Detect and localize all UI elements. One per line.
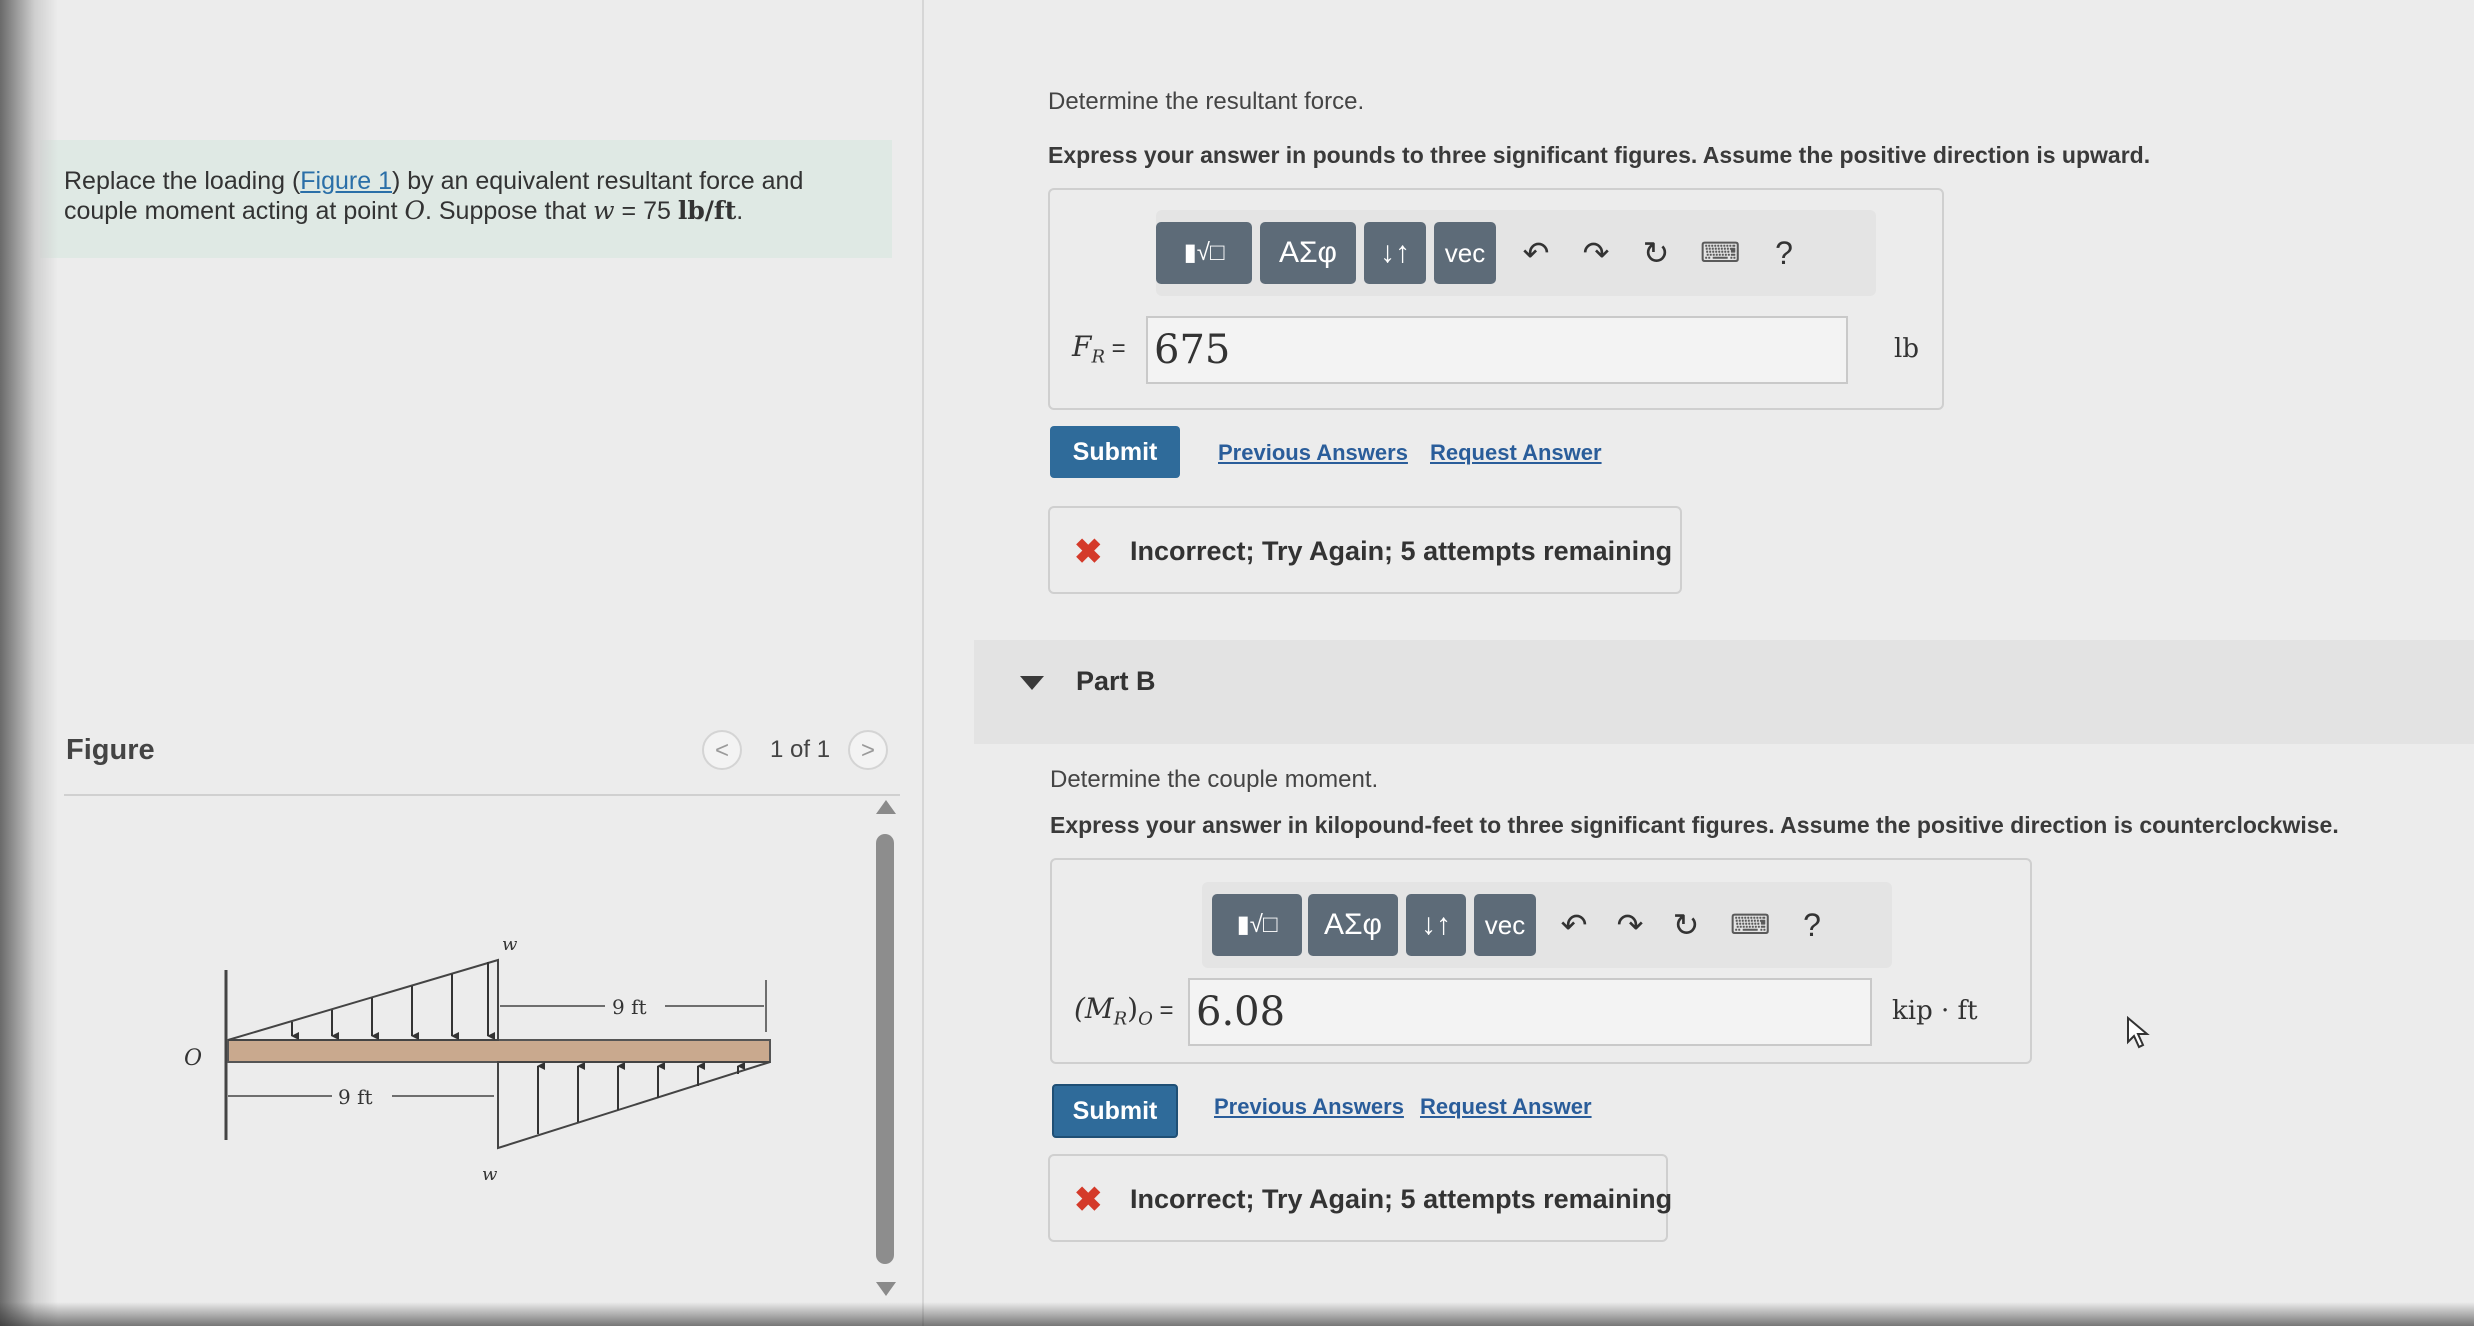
template-icon: ▮√□ [1183,239,1225,266]
prev-figure-button[interactable]: < [702,730,742,770]
part-b-header[interactable]: Part B [974,640,2474,744]
problem-text: ) by an equivalent resultant force and [392,167,804,195]
upper-load-triangle [227,958,499,1041]
part-a-submit-button[interactable]: Submit [1050,426,1180,478]
redo-icon[interactable]: ↷ [1610,900,1650,950]
point-symbol: O [404,196,425,225]
answer-panel: Determine the resultant force. Express y… [924,0,2474,1326]
figure-pager: 1 of 1 [770,736,831,763]
upper-load-arrows [291,962,495,1040]
part-a-feedback: ✖ Incorrect; Try Again; 5 attempts remai… [1048,506,1682,594]
part-a-request-answer-link[interactable]: Request Answer [1430,440,1602,466]
vector-button[interactable]: vec [1434,222,1496,284]
next-figure-button[interactable]: > [848,730,888,770]
figure-scrollbar[interactable] [876,800,896,1300]
figure-link[interactable]: Figure 1 [300,167,392,195]
part-a-previous-answers-link[interactable]: Previous Answers [1218,440,1408,466]
chevron-right-icon: > [860,737,875,764]
undo-icon[interactable]: ↶ [1554,900,1594,950]
problem-statement: Replace the loading (Figure 1) by an equ… [40,140,892,258]
part-b-submit-button[interactable]: Submit [1052,1084,1178,1138]
subscript-button[interactable]: ↓↑ [1406,894,1466,956]
force-input[interactable]: 675 [1146,316,1848,384]
part-b-title: Part B [1076,666,1156,696]
problem-text: . [736,197,744,225]
caret-down-icon[interactable] [1020,676,1044,690]
scroll-up-arrow-icon[interactable] [876,800,896,814]
help-icon[interactable]: ? [1764,228,1804,278]
moment-input[interactable]: 6.08 [1188,978,1872,1046]
keyboard-icon[interactable]: ⌨ [1730,900,1770,950]
screen-bottom-shadow [0,1302,2474,1326]
part-a-instruction: Express your answer in pounds to three s… [1048,142,2151,168]
force-unit: lb [1894,334,1919,364]
problem-text: Replace the loading ( [64,167,301,195]
undo-icon[interactable]: ↶ [1516,228,1556,278]
part-b-prompt: Determine the couple moment. [1050,766,1379,793]
dimension-label-bottom: 9 ft [338,1085,373,1109]
part-b-answer-box: ▮√□ ΑΣφ ↓↑ vec ↶ ↷ ↻ ⌨ ? (MR)O = 6.08 ki… [1050,858,2032,1064]
reset-icon[interactable]: ↻ [1666,900,1706,950]
w-label-bottom: w [482,1164,498,1185]
figure-header: Figure < 1 of 1 > [64,730,900,796]
templates-button[interactable]: ▮√□ [1156,222,1252,284]
templates-button[interactable]: ▮√□ [1212,894,1302,956]
incorrect-x-icon: ✖ [1074,533,1103,571]
moment-label: (MR)O = [1074,992,1174,1030]
part-b-math-toolbar: ▮√□ ΑΣφ ↓↑ vec ↶ ↷ ↻ ⌨ ? [1202,882,1892,968]
incorrect-x-icon: ✖ [1074,1181,1103,1219]
problem-panel: Replace the loading (Figure 1) by an equ… [0,0,924,1326]
beam [227,1039,771,1063]
force-label: FR = [1072,330,1126,368]
w-label-top: w [502,934,518,955]
beam-figure: 9 ft 9 ft w w O [184,934,771,1185]
part-b-request-answer-link[interactable]: Request Answer [1420,1094,1592,1120]
greek-button[interactable]: ΑΣφ [1308,894,1398,956]
problem-text: = 75 [614,197,678,225]
reset-icon[interactable]: ↻ [1636,228,1676,278]
help-icon[interactable]: ? [1792,900,1832,950]
part-a-math-toolbar: ▮√□ ΑΣφ ↓↑ vec ↶ ↷ ↻ ⌨ ? [1156,210,1876,296]
redo-icon[interactable]: ↷ [1576,228,1616,278]
part-b-previous-answers-link[interactable]: Previous Answers [1214,1094,1404,1120]
moment-unit: kip · ft [1892,996,1978,1026]
dimension-label-top: 9 ft [612,995,647,1019]
w-symbol: w [593,196,615,225]
load-units: lb/ft [677,196,737,225]
part-b-feedback-text: Incorrect; Try Again; 5 attempts remaini… [1130,1184,1673,1214]
chevron-left-icon: < [714,737,729,764]
mouse-cursor-icon [2127,1016,2150,1049]
figure-title: Figure [66,734,155,766]
part-a-answer-box: ▮√□ ΑΣφ ↓↑ vec ↶ ↷ ↻ ⌨ ? FR = 675 lb [1048,188,1944,410]
keyboard-icon[interactable]: ⌨ [1700,228,1740,278]
lower-load-arrows [537,1062,745,1134]
point-o-label: O [184,1046,202,1071]
part-b-instruction: Express your answer in kilopound-feet to… [1050,812,2339,838]
scroll-thumb[interactable] [876,834,894,1264]
part-a-prompt: Determine the resultant force. [1048,88,1365,115]
template-icon: ▮√□ [1236,911,1278,938]
greek-button[interactable]: ΑΣφ [1260,222,1356,284]
vector-button[interactable]: vec [1474,894,1536,956]
part-a-feedback-text: Incorrect; Try Again; 5 attempts remaini… [1130,536,1673,566]
problem-text: couple moment acting at point [64,197,405,225]
problem-text: . Suppose that [424,197,594,225]
scroll-down-arrow-icon[interactable] [876,1282,896,1296]
part-b-feedback: ✖ Incorrect; Try Again; 5 attempts remai… [1048,1154,1672,1242]
screen-edge-shadow [0,0,58,1326]
subscript-button[interactable]: ↓↑ [1364,222,1426,284]
